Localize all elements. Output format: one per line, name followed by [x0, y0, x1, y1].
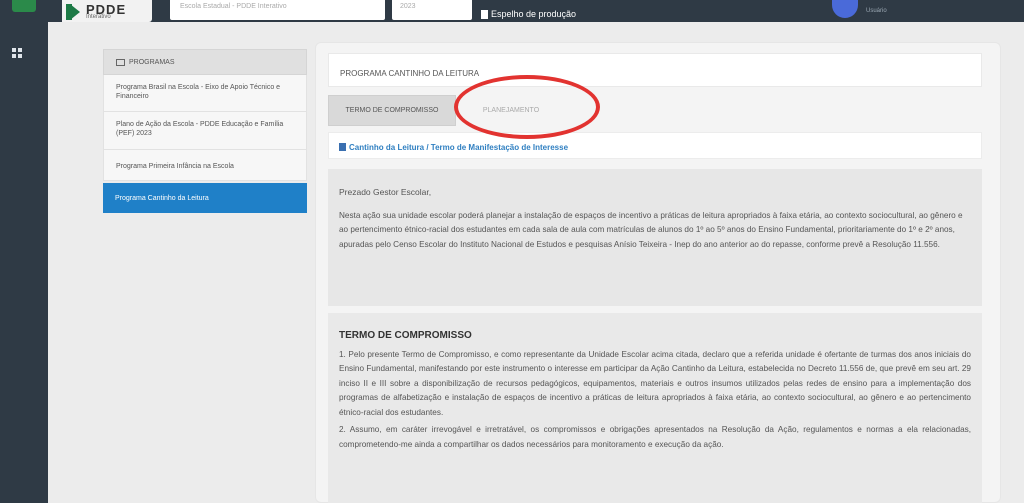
termo-paragraph-1: 1. Pelo presente Termo de Compromisso, e… [339, 349, 971, 417]
sidebar-item-brasil-na-escola[interactable]: Programa Brasil na Escola - Eixo de Apoi… [103, 75, 307, 112]
program-card: PROGRAMA CANTINHO DA LEITURA TERMO DE CO… [315, 42, 1001, 503]
user-name[interactable]: Usuário [866, 8, 887, 14]
termo-heading: TERMO DE COMPROMISSO [339, 330, 472, 341]
sidebar-item-cantinho-da-leitura[interactable]: Programa Cantinho da Leitura [103, 183, 307, 213]
brand-subtext: Interativo [86, 14, 111, 20]
tab-bar: TERMO DE COMPROMISSO PLANEJAMENTO [328, 95, 566, 126]
logo-arrow-icon [70, 4, 80, 20]
sidebar-item-pdde-educacao-familia[interactable]: Plano de Ação da Escola - PDDE Educação … [103, 112, 307, 150]
breadcrumb: Cantinho da Leitura / Termo de Manifesta… [328, 132, 982, 159]
apps-grid-icon[interactable] [12, 48, 22, 58]
brand-logo[interactable]: PDDE Interativo [62, 0, 152, 22]
document-icon [481, 9, 488, 19]
year-select[interactable]: 2023 [392, 0, 472, 20]
tab-termo-de-compromisso[interactable]: TERMO DE COMPROMISSO [328, 95, 456, 126]
school-select-value: Escola Estadual - PDDE Interativo [180, 3, 287, 10]
programs-menu: PROGRAMAS Programa Brasil na Escola - Ei… [103, 49, 307, 213]
espelho-label: Espelho de produção [491, 9, 577, 19]
year-select-value: 2023 [400, 3, 416, 10]
sidebar-item-primeira-infancia[interactable]: Programa Primeira Infância na Escola [103, 150, 307, 181]
left-rail [0, 22, 48, 503]
breadcrumb-link[interactable]: Cantinho da Leitura / Termo de Manifesta… [349, 143, 568, 152]
page-title: PROGRAMA CANTINHO DA LEITURA [328, 53, 982, 87]
termo-panel: TERMO DE COMPROMISSO 1. Pelo presente Te… [328, 313, 982, 503]
programs-menu-header: PROGRAMAS [103, 49, 307, 75]
school-select[interactable]: Escola Estadual - PDDE Interativo [170, 0, 385, 20]
espelho-link[interactable]: Espelho de produção [481, 9, 576, 19]
intro-greeting: Prezado Gestor Escolar, [339, 187, 432, 197]
termo-paragraph-2: 2. Assumo, em caráter irrevogável e irre… [339, 425, 971, 449]
file-icon [339, 143, 346, 151]
home-button[interactable] [12, 0, 36, 12]
programs-menu-title: PROGRAMAS [129, 58, 175, 66]
tab-planejamento[interactable]: PLANEJAMENTO [456, 95, 566, 126]
top-bar: PDDE Interativo Escola Estadual - PDDE I… [0, 0, 1024, 22]
intro-text: Nesta ação sua unidade escolar poderá pl… [339, 211, 963, 249]
intro-panel: Prezado Gestor Escolar, Nesta ação sua u… [328, 169, 982, 306]
avatar[interactable] [832, 0, 858, 18]
monitor-icon [116, 58, 125, 66]
